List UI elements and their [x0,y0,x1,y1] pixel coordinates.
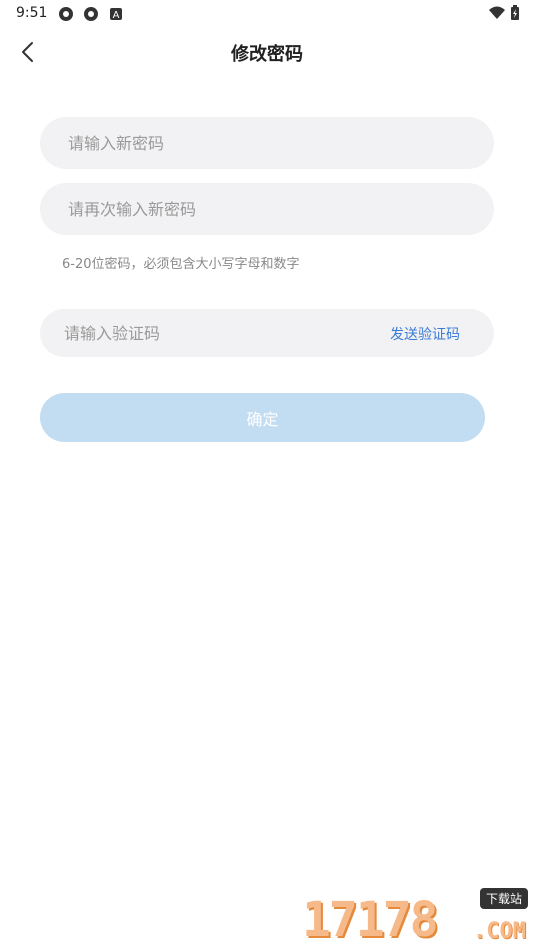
watermark-tag: 下载站 [479,888,528,909]
watermark-logo: 17178 下载站 .COM [302,888,530,948]
status-right [488,5,520,21]
settings-gear-icon [59,7,73,21]
confirm-button[interactable]: 确定 [40,393,485,442]
verification-code-input[interactable] [40,309,360,357]
page-title: 修改密码 [231,44,303,65]
nav-bar: 修改密码 [0,28,534,76]
password-hint: 6-20位密码，必须包含大小写字母和数字 [62,257,300,272]
repeat-password-field[interactable] [40,183,494,235]
status-time: 9:51 [16,5,48,21]
new-password-input[interactable] [40,117,494,169]
battery-charging-icon [511,5,519,20]
svg-text:A: A [113,10,120,21]
watermark-digits: 17178 [302,892,438,948]
notification-a-icon: A [110,8,122,21]
verification-code-field[interactable]: 发送验证码 [40,309,494,357]
wifi-icon [489,6,505,19]
watermark-suffix: .COM [473,919,526,944]
new-password-field[interactable] [40,117,494,169]
settings-gear-icon [84,7,98,21]
send-code-button[interactable]: 发送验证码 [390,324,460,344]
status-bar: 9:51 A [0,0,534,28]
repeat-password-input[interactable] [40,183,494,235]
